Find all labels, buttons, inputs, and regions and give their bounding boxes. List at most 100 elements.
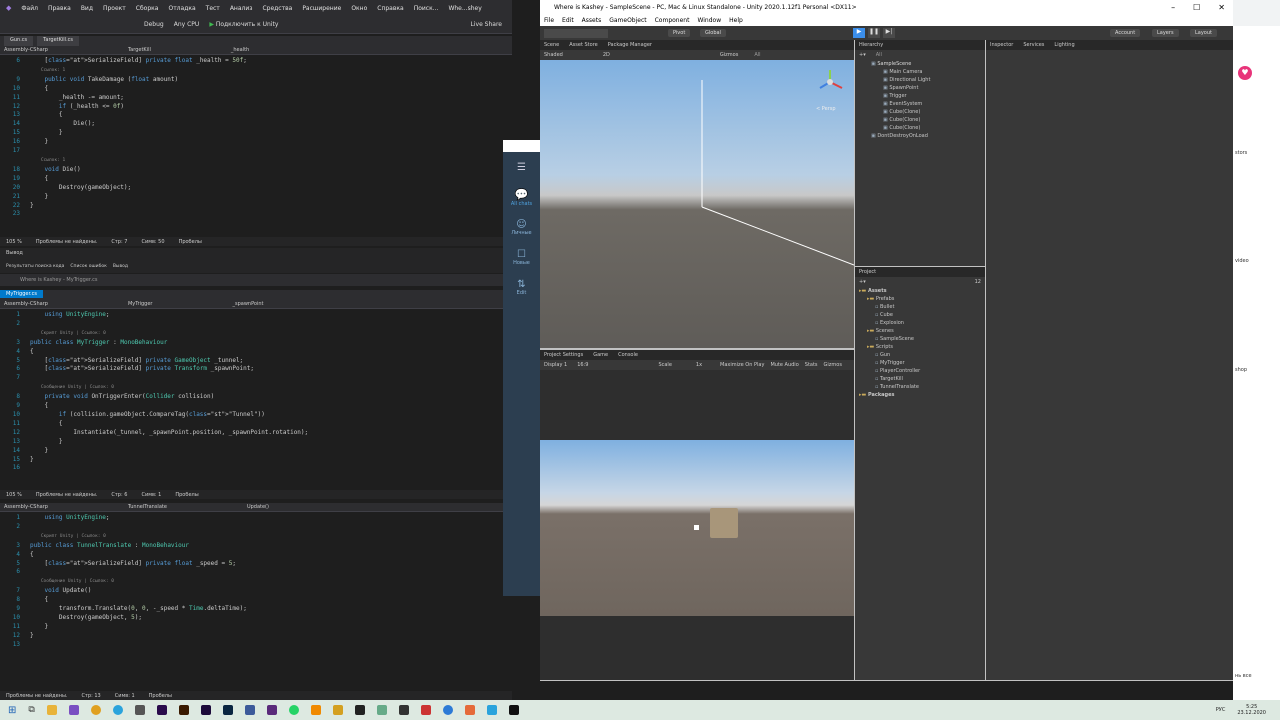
code-line[interactable]: 9 transform.Translate(0, 0, -_speed * Ti… [0,605,512,614]
project-item[interactable]: ▫ Explosion [859,319,985,327]
code-line[interactable]: 6 [0,568,512,577]
code-line[interactable]: 10 if (collision.gameObject.CompareTag(c… [0,411,512,420]
unity-menu-item[interactable]: Help [729,17,743,24]
code-line[interactable]: 17 [0,147,512,156]
project-tab-label[interactable]: Project [859,269,876,275]
menu-icon[interactable]: ☰ [503,152,540,182]
project-item[interactable]: ▫ MyTrigger [859,359,985,367]
code-line[interactable]: 11 _health -= amount; [0,94,512,103]
status-problems[interactable]: Проблемы не найдены. [36,239,98,245]
code-editor[interactable]: 1 using UnityEngine; 2 Скрипт Unity | Ссы… [0,512,512,650]
app2-icon[interactable] [376,705,387,715]
clock[interactable]: 5:25 23.12.2020 [1237,704,1266,716]
app-icon[interactable] [266,705,277,715]
project-item[interactable]: ▫ Cube [859,311,985,319]
status-problems[interactable]: Проблемы не найдены. [36,492,98,498]
vs-menu-item[interactable]: Средства [262,5,292,12]
nav-dropdown[interactable]: Update() [247,504,269,510]
vs-menu-item[interactable]: Сборка [136,5,159,12]
illustrator-icon[interactable] [178,705,189,715]
code-line[interactable]: 22} [0,202,512,211]
after-effects-icon[interactable] [200,705,211,715]
code-line[interactable]: 10 { [0,85,512,94]
code-line[interactable]: 13 } [0,438,512,447]
aspect-dropdown[interactable]: 16:9 [577,362,588,368]
minimize-icon[interactable]: – [1171,3,1175,12]
code-line[interactable]: 4{ [0,551,512,560]
chat-personal[interactable]: ☺ Личные [503,212,540,242]
unity-menu-item[interactable]: Edit [562,17,574,24]
code-line[interactable]: 15} [0,456,512,465]
nav-dropdown[interactable]: _health [231,47,249,53]
hand-tool-icon[interactable] [544,29,608,38]
pivot-toggle[interactable]: Pivot [668,29,691,37]
nav-dropdown[interactable]: Assembly-CSharp [4,504,48,510]
code-line[interactable]: 4{ [0,348,512,357]
code-line[interactable]: 1 using UnityEngine; [0,514,512,523]
vs-menu-item[interactable]: Правка [48,5,71,12]
lang-indicator[interactable]: РУС [1216,707,1226,713]
code-line[interactable]: 20 Destroy(gameObject); [0,184,512,193]
game-option[interactable]: Maximize On Play [720,362,764,368]
scene-search[interactable]: All [754,52,760,58]
chat-all-chats[interactable]: 💬 All chats [503,182,540,212]
unity-menu-item[interactable]: Assets [582,17,602,24]
heart-icon[interactable]: ♥ [1238,66,1252,80]
hierarchy-search[interactable]: All [876,52,882,58]
nav-dropdown[interactable]: Assembly-CSharp [4,47,48,53]
project-item[interactable]: ▫ TunnelTranslate [859,383,985,391]
account-dropdown[interactable]: Account [1110,29,1141,37]
code-line[interactable]: 12 Instantiate(_tunnel, _spawnPoint.posi… [0,429,512,438]
code-line[interactable]: 10 Destroy(gameObject, 5); [0,614,512,623]
panel-tab[interactable]: Game [593,352,608,358]
nav-dropdown[interactable]: _spawnPoint [232,301,263,307]
maximize-icon[interactable]: ☐ [1193,3,1200,12]
code-line[interactable]: 6 [class="at">SerializeField] private Tr… [0,365,512,374]
display-dropdown[interactable]: Display 1 [544,362,567,368]
vs-menu-item[interactable]: Файл [21,5,38,12]
panel-tab[interactable]: Package Manager [608,42,652,48]
run-button[interactable]: ▶ Подключить к Unity [209,21,278,28]
project-item[interactable]: ▸▬ Packages [859,391,985,399]
chat-new[interactable]: ☐ Новые [503,242,540,272]
scale-value[interactable]: 1x [696,362,702,368]
hierarchy-item[interactable]: ▣ Cube(Clone) [871,124,985,132]
app3-icon[interactable] [420,705,431,715]
nav-dropdown[interactable]: TunnelTranslate [128,504,167,510]
hierarchy-tab-label[interactable]: Hierarchy [859,42,883,48]
game-option[interactable]: Stats [805,362,818,368]
code-line[interactable]: 21 } [0,193,512,202]
code-line[interactable]: 8 { [0,596,512,605]
pause-button[interactable]: ❚❚ [868,28,880,38]
code-line[interactable]: 15 } [0,129,512,138]
global-toggle[interactable]: Global [700,29,726,37]
unity-menu-item[interactable]: Window [697,17,721,24]
chrome-icon[interactable] [90,705,101,715]
telegram-icon[interactable] [112,705,123,715]
code-line[interactable]: 19 { [0,175,512,184]
platform-select[interactable]: Any CPU [174,21,200,28]
photoshop-icon[interactable] [222,705,233,715]
vs-menu-item[interactable]: Расширение [302,5,341,12]
unity-menu-item[interactable]: Component [655,17,690,24]
vs-menu-item[interactable]: Поиск... [414,5,439,12]
code-line[interactable]: 16 [0,464,512,473]
code-line[interactable]: 12 if (_health <= 0f) [0,103,512,112]
project-item[interactable]: ▫ SampleScene [859,335,985,343]
hierarchy-item[interactable]: ▣ Cube(Clone) [871,108,985,116]
axis-gizmo-icon[interactable] [816,68,844,96]
game-viewport[interactable] [540,440,854,616]
code-line[interactable]: 6 [class="at">SerializeField] private fl… [0,57,512,66]
add-icon[interactable]: +▾ [859,52,866,58]
hierarchy-item[interactable]: ▣ DontDestroyOnLoad [871,132,985,140]
liveshare-button[interactable]: Live Share [471,21,502,28]
whatsapp-icon[interactable] [288,705,299,715]
folder-icon[interactable] [332,705,343,715]
project-item[interactable]: ▸▬ Assets [859,287,985,295]
project-item[interactable]: ▸▬ Scenes [859,327,985,335]
media-icon[interactable] [244,705,255,715]
nav-dropdown[interactable]: Assembly-CSharp [4,301,48,307]
task-view-icon[interactable]: ⧉ [28,705,34,715]
code-line[interactable]: 13 { [0,111,512,120]
project-item[interactable]: ▫ Gun [859,351,985,359]
